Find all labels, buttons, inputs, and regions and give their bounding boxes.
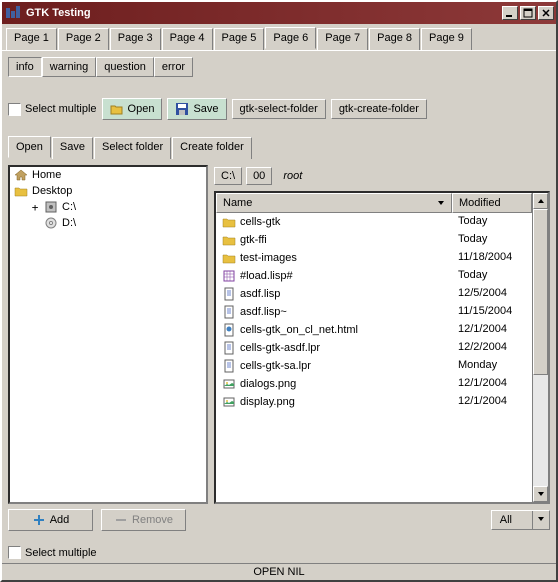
file-row[interactable]: gtk-ffi Today (216, 231, 532, 249)
places-tree[interactable]: HomeDesktop+C:\D:\ (8, 165, 208, 504)
tab-page-5[interactable]: Page 5 (214, 28, 265, 50)
file-name: #load.lisp# (240, 270, 293, 282)
file-name: asdf.lisp (240, 288, 280, 300)
tab-op-save[interactable]: Save (52, 137, 93, 159)
tab-question[interactable]: question (96, 57, 154, 77)
save-button[interactable]: Save (167, 98, 226, 120)
plus-icon (32, 513, 46, 527)
tree-item-d[interactable]: D:\ (10, 215, 206, 231)
tab-info[interactable]: info (8, 57, 42, 77)
file-row[interactable]: cells-gtk_on_cl_net.html 12/1/2004 (216, 321, 532, 339)
file-name: cells-gtk-sa.lpr (240, 360, 311, 372)
open-button[interactable]: Open (102, 98, 163, 120)
minus-icon (114, 513, 128, 527)
sort-indicator-icon (437, 199, 445, 207)
tree-item-desktop[interactable]: Desktop (10, 183, 206, 199)
file-modified: Monday (452, 358, 532, 374)
tree-item-c[interactable]: +C:\ (10, 199, 206, 215)
file-modified: 12/2/2004 (452, 340, 532, 356)
chevron-down-icon (532, 511, 549, 529)
path-drive-button[interactable]: C:\ (214, 167, 242, 185)
file-modified: 11/18/2004 (452, 250, 532, 266)
file-row[interactable]: cells-gtk-sa.lpr Monday (216, 357, 532, 375)
tab-page-2[interactable]: Page 2 (58, 28, 109, 50)
gtk-select-folder-button[interactable]: gtk-select-folder (232, 99, 326, 119)
operation-tabs: OpenSaveSelect folderCreate folder (8, 137, 550, 159)
file-name: cells-gtk-asdf.lpr (240, 342, 320, 354)
file-row[interactable]: display.png 12/1/2004 (216, 393, 532, 411)
titlebar: GTK Testing (2, 2, 556, 24)
file-name: test-images (240, 252, 297, 264)
path-root-button[interactable]: root (276, 167, 309, 185)
window-title: GTK Testing (26, 7, 500, 19)
file-row[interactable]: #load.lisp# Today (216, 267, 532, 285)
status-select-multiple-checkbox[interactable]: Select multiple (8, 546, 97, 559)
path-bar: C:\ 00 root (214, 165, 550, 191)
minimize-button[interactable] (502, 6, 518, 20)
add-button[interactable]: Add (8, 509, 93, 531)
tab-warning[interactable]: warning (42, 57, 97, 77)
tree-item-home[interactable]: Home (10, 167, 206, 183)
filter-dropdown[interactable]: All (491, 510, 550, 530)
file-name: dialogs.png (240, 378, 296, 390)
file-list-scrollbar[interactable] (532, 193, 548, 502)
tab-error[interactable]: error (154, 57, 193, 77)
file-row[interactable]: cells-gtk-asdf.lpr 12/2/2004 (216, 339, 532, 357)
floppy-icon (175, 102, 189, 116)
status-select-multiple-label: Select multiple (25, 547, 97, 559)
close-button[interactable] (538, 6, 554, 20)
file-name: asdf.lisp~ (240, 306, 287, 318)
file-row[interactable]: asdf.lisp~ 11/15/2004 (216, 303, 532, 321)
file-row[interactable]: test-images 11/18/2004 (216, 249, 532, 267)
folder-open-icon (110, 102, 124, 116)
tab-op-open[interactable]: Open (8, 136, 51, 158)
select-multiple-label: Select multiple (25, 103, 97, 115)
tab-page-6[interactable]: Page 6 (265, 27, 316, 49)
file-name: cells-gtk (240, 216, 280, 228)
file-list[interactable]: Name Modified cells-gtk Today gtk-ffi Today… (216, 193, 532, 502)
expander-icon[interactable]: + (30, 201, 40, 214)
file-modified: 12/1/2004 (452, 394, 532, 410)
column-name-header[interactable]: Name (216, 193, 452, 213)
file-modified: Today (452, 214, 532, 230)
file-modified: Today (452, 268, 532, 284)
status-bar: OPEN NIL (2, 563, 556, 580)
file-name: cells-gtk_on_cl_net.html (240, 324, 358, 336)
scroll-thumb[interactable] (533, 209, 548, 375)
file-row[interactable]: asdf.lisp 12/5/2004 (216, 285, 532, 303)
tab-op-create-folder[interactable]: Create folder (172, 137, 252, 159)
file-list-header: Name Modified (216, 193, 532, 213)
scroll-up-button[interactable] (533, 193, 548, 209)
file-row[interactable]: dialogs.png 12/1/2004 (216, 375, 532, 393)
file-modified: Today (452, 232, 532, 248)
column-modified-header[interactable]: Modified (452, 193, 532, 213)
message-tabs: infowarningquestionerror (8, 57, 550, 77)
tab-op-select-folder[interactable]: Select folder (94, 137, 171, 159)
file-modified: 12/5/2004 (452, 286, 532, 302)
maximize-button[interactable] (520, 6, 536, 20)
file-modified: 12/1/2004 (452, 322, 532, 338)
tab-page-7[interactable]: Page 7 (317, 28, 368, 50)
file-row[interactable]: cells-gtk Today (216, 213, 532, 231)
file-name: gtk-ffi (240, 234, 267, 246)
tab-page-1[interactable]: Page 1 (6, 28, 57, 50)
scroll-down-button[interactable] (533, 486, 548, 502)
app-icon (6, 6, 22, 20)
select-multiple-checkbox[interactable]: Select multiple (8, 103, 97, 116)
path-segment-button[interactable]: 00 (246, 167, 272, 185)
tab-page-3[interactable]: Page 3 (110, 28, 161, 50)
gtk-create-folder-button[interactable]: gtk-create-folder (331, 99, 427, 119)
remove-button: Remove (101, 509, 186, 531)
tab-page-9[interactable]: Page 9 (421, 28, 472, 50)
file-modified: 11/15/2004 (452, 304, 532, 320)
file-name: display.png (240, 396, 295, 408)
toolbar: Select multiple Open Save gtk-select-fol… (8, 95, 550, 123)
page-tabs: Page 1Page 2Page 3Page 4Page 5Page 6Page… (2, 24, 556, 50)
tab-page-8[interactable]: Page 8 (369, 28, 420, 50)
file-modified: 12/1/2004 (452, 376, 532, 392)
tab-page-4[interactable]: Page 4 (162, 28, 213, 50)
